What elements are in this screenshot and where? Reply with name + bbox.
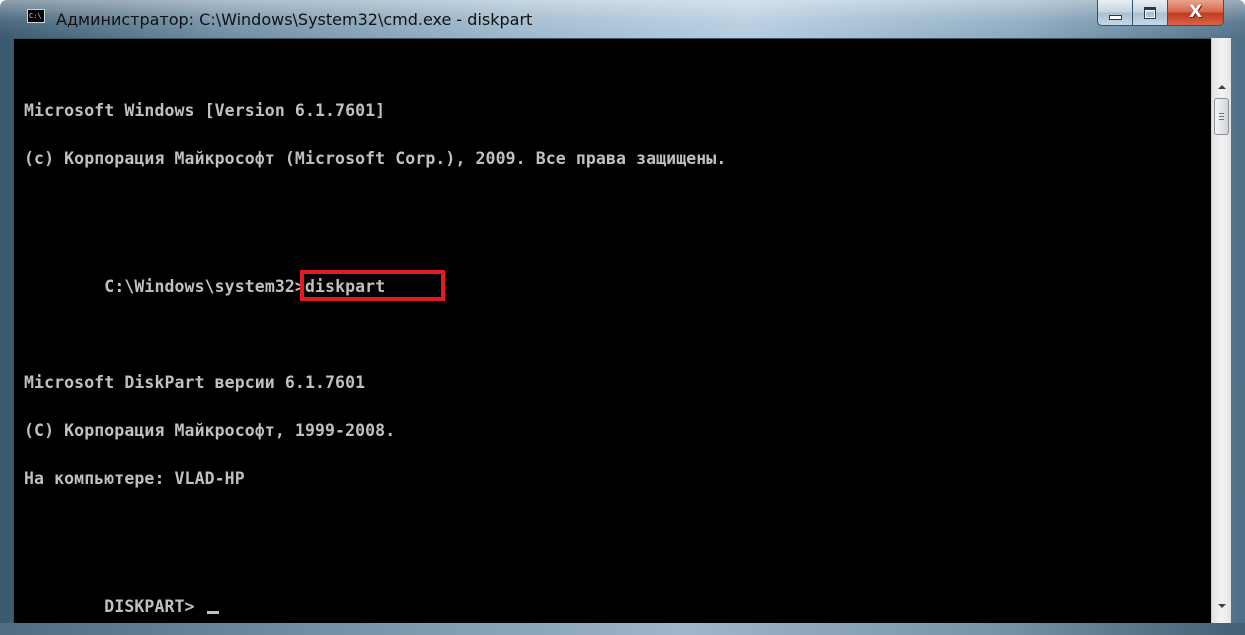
prompt-path: C:\Windows\system32> (104, 277, 305, 296)
close-button[interactable]: X (1168, 0, 1224, 26)
cmd-app-icon[interactable]: C:\ (27, 9, 45, 23)
scroll-up-arrow-icon (1217, 85, 1226, 89)
window-title: Администратор: C:\Windows\System32\cmd.e… (56, 10, 533, 29)
console-line-1: Microsoft Windows [Version 6.1.7601] (24, 101, 386, 120)
console-command-line: C:\Windows\system32> diskpart (24, 263, 726, 301)
scroll-down-arrow-icon (1217, 604, 1226, 608)
minimize-icon (1108, 15, 1122, 20)
scroll-grip-line-3 (1219, 119, 1224, 120)
text-cursor (206, 611, 219, 614)
console-line-copyright: (C) Корпорация Майкрософт, 1999-2008. (24, 421, 396, 440)
scroll-down-button[interactable] (1212, 597, 1231, 615)
maximize-button[interactable] (1133, 0, 1168, 26)
console-line-computer: На компьютере: VLAD-HP (24, 469, 245, 488)
maximize-icon (1144, 6, 1156, 19)
vertical-scrollbar[interactable] (1211, 38, 1231, 623)
scroll-up-button[interactable] (1212, 78, 1231, 96)
highlighted-command-wrap: diskpart (299, 270, 445, 301)
minimize-button[interactable] (1097, 0, 1133, 26)
current-prompt: DISKPART> (104, 597, 205, 616)
close-icon: X (1188, 2, 1203, 22)
console-line-diskpart-version: Microsoft DiskPart версии 6.1.7601 (24, 373, 366, 392)
console-line-blank-1 (24, 199, 726, 215)
console-window: C:\ Администратор: C:\Windows\System32\c… (0, 0, 1245, 635)
console-line-blank-3 (24, 519, 726, 535)
title-bar[interactable]: C:\ Администратор: C:\Windows\System32\c… (0, 0, 1245, 38)
console-line-blank-2 (24, 327, 726, 343)
console-lines: Microsoft Windows [Version 6.1.7601] (c)… (24, 71, 726, 623)
window-controls: X (1097, 0, 1224, 30)
scroll-thumb[interactable] (1214, 98, 1229, 135)
scroll-grip-line-1 (1219, 113, 1224, 114)
red-highlight-box (299, 270, 445, 301)
console-output[interactable]: Microsoft Windows [Version 6.1.7601] (c)… (13, 38, 1211, 623)
console-line-2: (c) Корпорация Майкрософт (Microsoft Cor… (24, 149, 727, 168)
window-bottom-frame (0, 623, 1245, 635)
scroll-grip-line-2 (1219, 116, 1224, 117)
current-prompt-line[interactable]: DISKPART> (24, 583, 726, 615)
